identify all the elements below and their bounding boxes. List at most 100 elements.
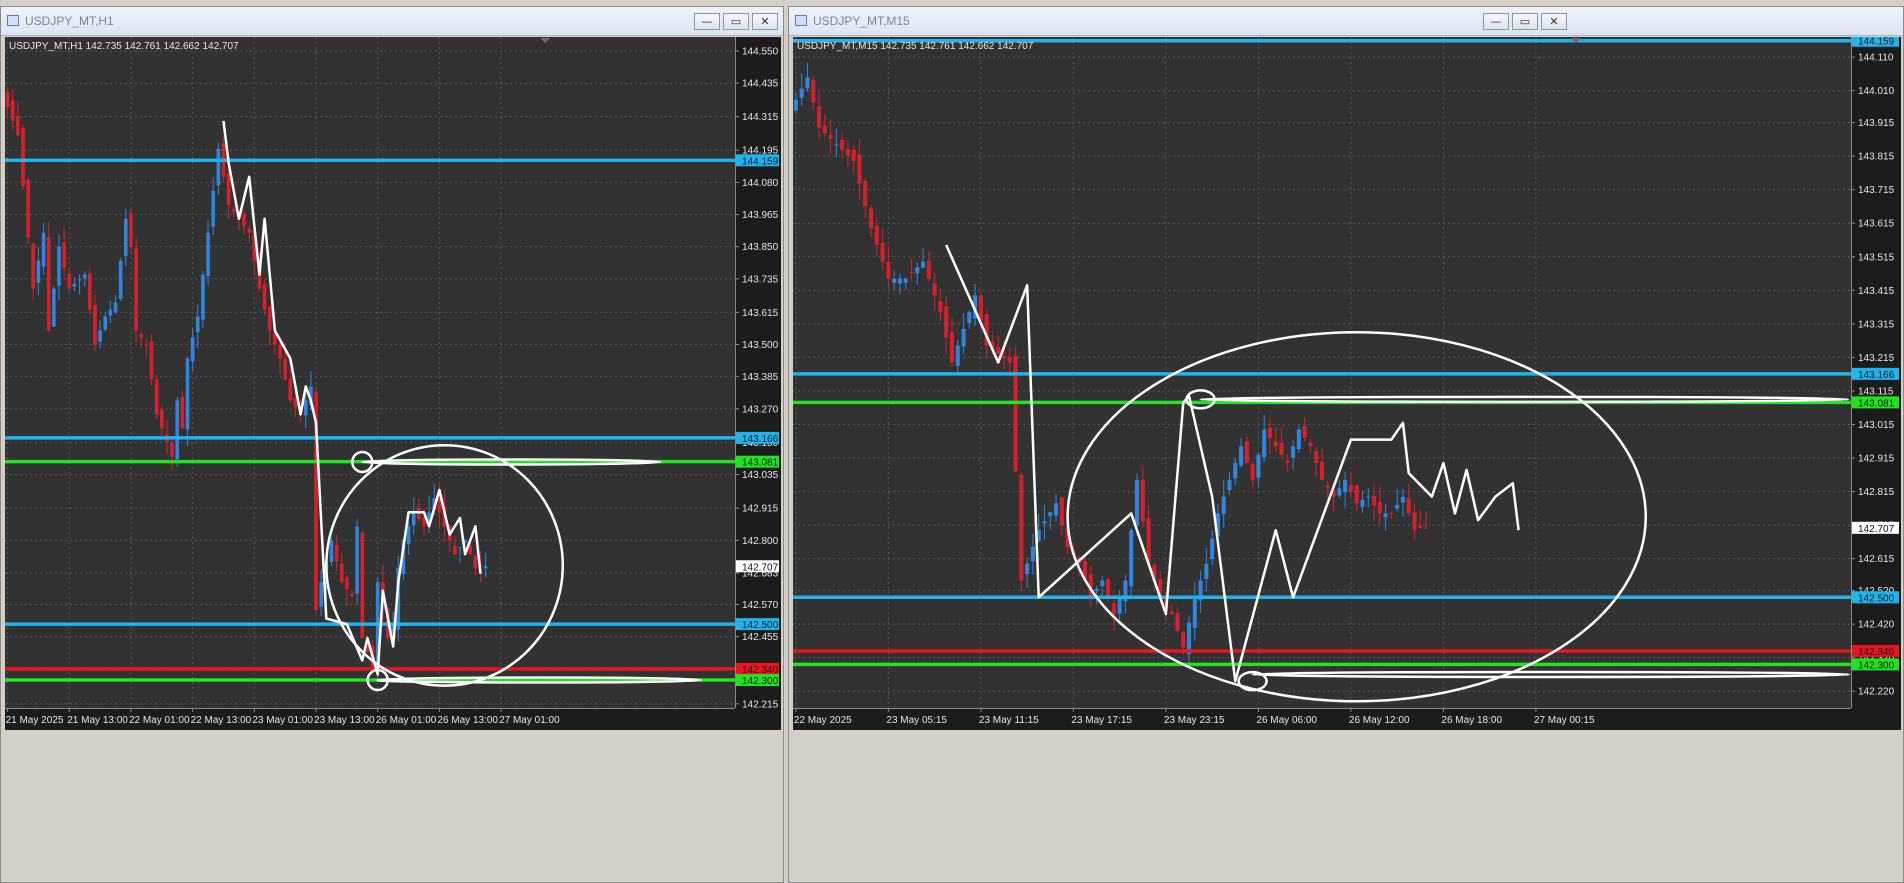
candle-body [903, 278, 908, 283]
candle-body [118, 260, 123, 299]
price-tick-label: 142.800 [742, 536, 779, 547]
candle-body [1343, 479, 1348, 493]
restore-button[interactable]: ▭ [723, 13, 749, 30]
window-titlebar[interactable]: USDJPY_MT,H1 — ▭ ✕ [1, 7, 783, 36]
time-tick-label: 26 May 18:00 [1441, 715, 1502, 726]
chart-window-icon [7, 15, 19, 26]
candle-body [1030, 546, 1035, 562]
candle-body [1001, 355, 1007, 359]
candle-body [82, 274, 87, 279]
candle [88, 266, 92, 315]
price-tick-label: 143.035 [742, 470, 779, 481]
candle-body [180, 396, 185, 429]
time-tick-label: 22 May 13:00 [191, 715, 252, 726]
window-titlebar[interactable]: USDJPY_MT,M15 — ▭ ✕ [789, 7, 1903, 36]
candle-body [828, 135, 833, 139]
candle-body [1389, 512, 1394, 514]
candle-body [216, 148, 221, 186]
price-chart-m15[interactable]: USDJPY_MT,M15 142.735 142.761 142.662 14… [793, 37, 1901, 730]
price-tick-label: 144.315 [742, 112, 779, 123]
candle-body [863, 180, 868, 206]
restore-button[interactable]: ▭ [1512, 13, 1538, 30]
candle [175, 396, 180, 467]
candle [201, 270, 205, 329]
candle-body [149, 340, 154, 380]
candle-body [1175, 612, 1180, 631]
current-price-label: 142.707 [742, 562, 779, 573]
candle-body [67, 273, 72, 289]
price-chart-h1[interactable]: USDJPY_MT,H1 142.735 142.761 142.662 142… [5, 37, 781, 730]
price-tick-label: 143.615 [742, 308, 779, 319]
level-price-label: 143.166 [1858, 370, 1895, 381]
candle-body [36, 260, 41, 283]
candle-body [1117, 597, 1122, 614]
candle-body [1314, 451, 1319, 464]
candle-body [1140, 479, 1145, 522]
level-price-label: 143.166 [742, 434, 779, 445]
candle-body [961, 328, 966, 347]
price-tick-label: 143.385 [742, 372, 779, 383]
time-tick-label: 22 May 01:00 [129, 715, 190, 726]
time-tick-label: 23 May 13:00 [314, 715, 375, 726]
candle-body [190, 337, 195, 362]
price-tick-label: 144.080 [742, 178, 779, 189]
minimize-button[interactable]: — [1483, 13, 1509, 30]
candle-body [159, 409, 164, 429]
level-price-label: 144.159 [1858, 37, 1895, 48]
candle-body [1424, 527, 1429, 529]
candle-body [10, 100, 15, 121]
level-price-label: 142.300 [1858, 660, 1895, 671]
candle-body [822, 125, 827, 134]
candle-body [1204, 563, 1209, 579]
candle-body [288, 378, 293, 401]
price-tick-label: 142.570 [742, 600, 779, 611]
candle-body [57, 246, 61, 286]
candle-body [453, 545, 457, 555]
close-button[interactable]: ✕ [1541, 13, 1567, 30]
candle-body [1042, 521, 1047, 524]
price-tick-label: 142.220 [1858, 687, 1895, 698]
candle-body [52, 288, 56, 327]
candle-body [1100, 580, 1105, 587]
price-tick-label: 143.615 [1858, 219, 1895, 230]
candle-body [1210, 538, 1215, 560]
candle [355, 518, 359, 605]
candle-body [1302, 425, 1307, 438]
candle-body [1377, 502, 1382, 514]
candle-body [816, 106, 822, 128]
candle-body [1019, 475, 1024, 581]
candle [1019, 472, 1024, 592]
candle-body [41, 232, 46, 267]
candle-body [231, 209, 236, 212]
candle-body [267, 306, 272, 331]
candle-body [1291, 446, 1296, 458]
candle-body [247, 228, 251, 233]
chart-window-h1: USDJPY_MT,H1 — ▭ ✕ USDJPY_MT,H1 142.735 … [0, 6, 784, 883]
candle-body [21, 128, 25, 187]
candle-body [334, 544, 339, 562]
candle-body [1418, 525, 1423, 528]
candle-body [874, 226, 879, 246]
candle-body [1134, 479, 1140, 525]
candle-body [303, 400, 308, 416]
candle-body [293, 399, 298, 408]
time-tick-label: 21 May 2025 [6, 715, 64, 726]
price-tick-label: 143.500 [742, 340, 779, 351]
close-button[interactable]: ✕ [752, 13, 778, 30]
candle-body [834, 144, 839, 146]
candle-body [360, 532, 365, 639]
candle-body [1262, 429, 1267, 458]
candle-body [1227, 479, 1232, 491]
candle-body [77, 279, 82, 281]
time-tick-label: 26 May 12:00 [1349, 715, 1410, 726]
candle-body [1111, 603, 1116, 615]
candle-body [1308, 442, 1313, 447]
price-tick-label: 142.420 [1858, 620, 1895, 631]
candle-body [869, 208, 874, 229]
candle-body [851, 149, 856, 162]
minimize-button[interactable]: — [694, 13, 720, 30]
candle-body [1319, 461, 1325, 480]
time-tick-label: 23 May 23:15 [1164, 715, 1225, 726]
time-tick-label: 26 May 01:00 [376, 715, 437, 726]
candle-body [1233, 463, 1238, 479]
